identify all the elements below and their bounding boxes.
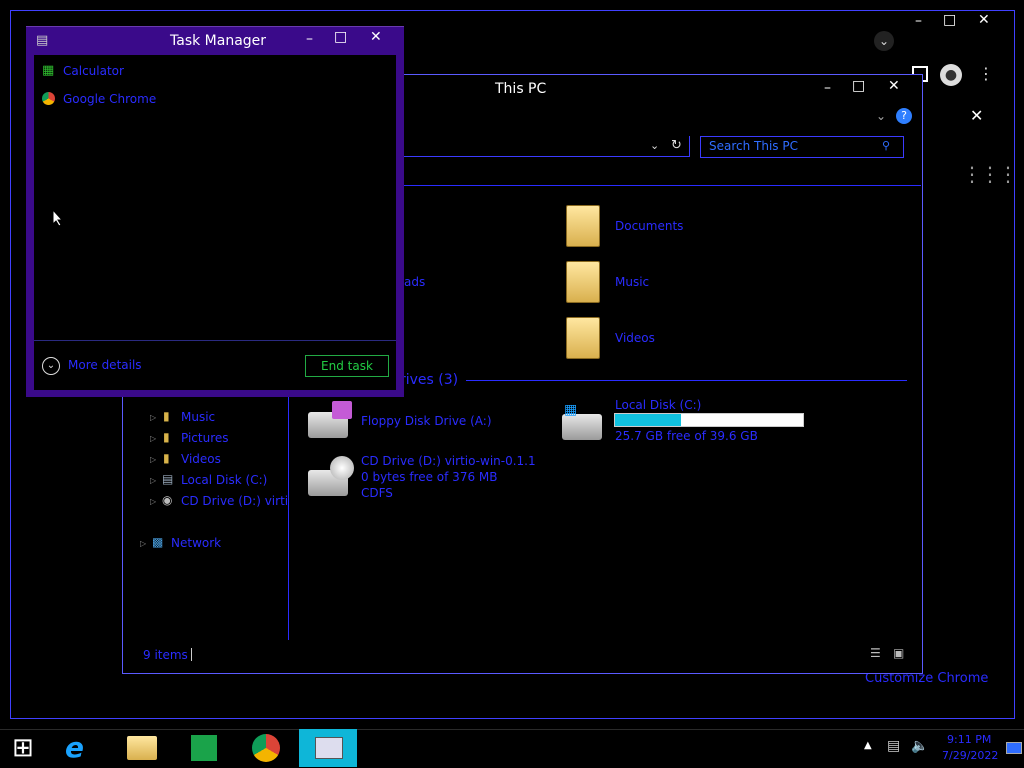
- drive-d-fs: CDFS: [361, 486, 393, 500]
- internet-explorer-icon: e: [65, 731, 84, 764]
- store-icon: [191, 735, 217, 761]
- explorer-maximize-button[interactable]: □: [852, 78, 865, 94]
- expand-icon[interactable]: ▷: [150, 434, 156, 443]
- chrome-taskbar-button[interactable]: [237, 729, 295, 767]
- task-manager-taskbar-icon: [315, 737, 343, 759]
- folder-downloads-partial[interactable]: ads: [404, 275, 425, 289]
- drive-d-label[interactable]: CD Drive (D:) virtio-win-0.1.1: [361, 454, 536, 468]
- tree-item-network[interactable]: Network: [171, 536, 221, 550]
- app-row-calculator[interactable]: Calculator: [63, 64, 124, 78]
- address-dropdown-icon[interactable]: ⌄: [650, 139, 659, 152]
- chrome-taskbar-icon: [252, 734, 280, 762]
- expand-icon[interactable]: ▷: [150, 413, 156, 422]
- show-desktop-icon[interactable]: [1006, 742, 1022, 754]
- folder-music[interactable]: Music: [615, 275, 649, 289]
- cd-disc-icon: [330, 456, 354, 480]
- tree-item-music[interactable]: Music: [181, 410, 215, 424]
- task-manager-app-icon: ▤: [36, 33, 49, 48]
- drive-d-free: 0 bytes free of 376 MB: [361, 470, 498, 484]
- apps-grid-icon[interactable]: ⋮⋮⋮: [962, 162, 1018, 186]
- mouse-cursor-icon: [52, 209, 64, 227]
- calculator-icon: ▦: [42, 63, 55, 78]
- chrome-menu-icon[interactable]: ⋮: [978, 64, 994, 83]
- details-view-icon[interactable]: ☰: [870, 646, 881, 660]
- devices-section-header: rives (3): [400, 372, 459, 388]
- network-icon: ▩: [152, 535, 164, 549]
- tab-search-icon[interactable]: ⌄: [874, 31, 894, 51]
- search-icon[interactable]: ⚲: [882, 139, 890, 152]
- app-row-chrome[interactable]: Google Chrome: [63, 92, 156, 106]
- taskbar-time[interactable]: 9:11 PM: [947, 733, 991, 746]
- more-details-link[interactable]: More details: [68, 358, 142, 372]
- show-hidden-icons-icon[interactable]: ▲: [864, 740, 872, 751]
- local-disk-tree-icon: ▤: [162, 472, 174, 486]
- folder-videos[interactable]: Videos: [615, 331, 655, 345]
- expand-icon[interactable]: ▷: [140, 539, 146, 548]
- windows-start-icon[interactable]: ⊞: [12, 733, 34, 763]
- music-folder-icon: [566, 261, 600, 303]
- chrome-minimize-button[interactable]: –: [915, 13, 922, 29]
- status-item-count: 9 items: [143, 648, 188, 662]
- file-explorer-icon: [127, 736, 157, 760]
- drive-c-label[interactable]: Local Disk (C:): [615, 398, 701, 412]
- documents-folder-icon: [566, 205, 600, 247]
- divider: [395, 185, 921, 186]
- drive-c-free: 25.7 GB free of 39.6 GB: [615, 429, 758, 443]
- pictures-tree-icon: ▮: [163, 430, 170, 444]
- tree-item-local-disk[interactable]: Local Disk (C:): [181, 473, 267, 487]
- taskbar-date[interactable]: 7/29/2022: [942, 749, 998, 762]
- network-tray-icon[interactable]: ▤: [887, 738, 900, 754]
- tree-item-pictures[interactable]: Pictures: [181, 431, 229, 445]
- address-bar[interactable]: [395, 136, 690, 157]
- task-manager-title: Task Manager: [170, 33, 267, 49]
- help-icon[interactable]: ?: [896, 108, 912, 124]
- floppy-disk-icon: [332, 401, 352, 419]
- task-manager-frame: [26, 55, 34, 397]
- explorer-minimize-button[interactable]: –: [824, 80, 831, 96]
- videos-tree-icon: ▮: [163, 451, 170, 465]
- chevron-down-icon[interactable]: ⌄: [42, 357, 60, 375]
- tree-item-videos[interactable]: Videos: [181, 452, 221, 466]
- drive-a-label[interactable]: Floppy Disk Drive (A:): [361, 414, 492, 428]
- chrome-maximize-button[interactable]: □: [943, 12, 956, 28]
- ribbon-expand-icon[interactable]: ⌄: [876, 109, 886, 123]
- end-task-button[interactable]: End task: [305, 355, 389, 377]
- task-manager-frame: [26, 389, 404, 397]
- expand-icon[interactable]: ▷: [150, 455, 156, 464]
- tm-maximize-button[interactable]: □: [334, 29, 347, 45]
- large-icons-view-icon[interactable]: ▣: [893, 646, 904, 660]
- expand-icon[interactable]: ▷: [150, 476, 156, 485]
- ie-taskbar-button[interactable]: e: [51, 729, 109, 767]
- tm-close-button[interactable]: ✕: [370, 29, 382, 45]
- cd-drive-tree-icon: ◉: [162, 493, 173, 507]
- refresh-icon[interactable]: ↻: [671, 138, 682, 153]
- drive-c-capacity-fill: [615, 414, 681, 426]
- task-manager-frame: [396, 55, 404, 397]
- tm-minimize-button[interactable]: –: [306, 31, 313, 47]
- explorer-title: This PC: [495, 81, 547, 97]
- search-placeholder: Search This PC: [709, 139, 798, 153]
- folder-documents[interactable]: Documents: [615, 219, 683, 233]
- status-divider: [191, 648, 192, 661]
- videos-folder-icon: [566, 317, 600, 359]
- section-divider: [466, 380, 907, 381]
- explorer-close-button[interactable]: ✕: [888, 78, 900, 94]
- tree-item-cd-drive[interactable]: CD Drive (D:) virtio-v: [181, 494, 287, 508]
- task-manager-taskbar-button[interactable]: [299, 729, 357, 767]
- chrome-icon: [42, 92, 55, 105]
- drive-c-capacity-bar: [614, 413, 804, 427]
- close-icon[interactable]: ✕: [970, 106, 983, 125]
- store-taskbar-button[interactable]: [175, 729, 233, 767]
- profile-avatar[interactable]: ●: [940, 64, 962, 86]
- volume-muted-icon[interactable]: 🔈: [911, 738, 928, 754]
- chrome-close-button[interactable]: ✕: [978, 12, 990, 28]
- music-tree-icon: ▮: [163, 409, 170, 423]
- explorer-taskbar-button[interactable]: [113, 729, 171, 767]
- windows-logo-icon: ▦: [564, 402, 578, 418]
- expand-icon[interactable]: ▷: [150, 497, 156, 506]
